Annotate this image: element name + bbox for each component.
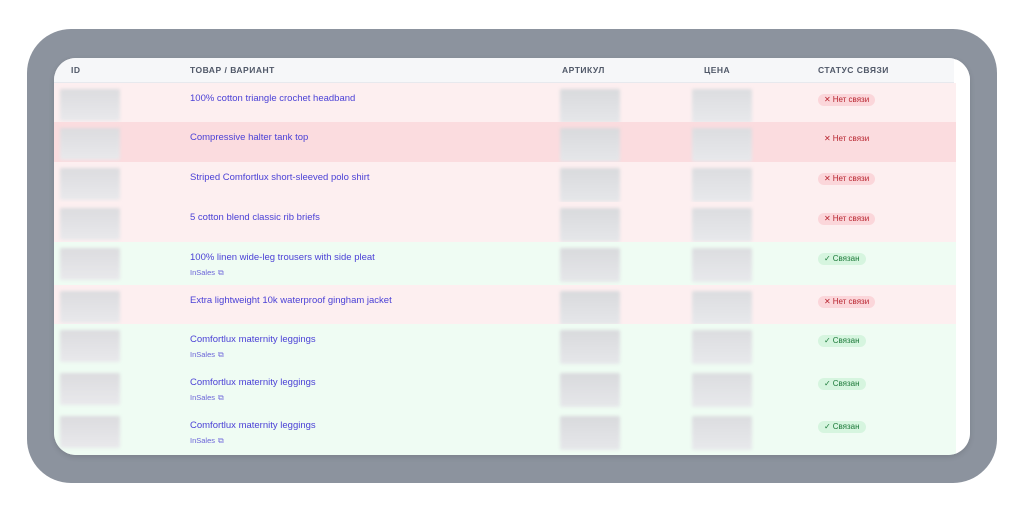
- sku-blurred: [560, 330, 620, 364]
- product-link[interactable]: 5 cotton blend classic rib briefs: [190, 212, 320, 223]
- scrollbar-track[interactable]: [956, 58, 970, 455]
- check-icon: ✓: [824, 336, 831, 345]
- table-row[interactable]: Compressive halter tank top ✕ Нет связи: [54, 122, 956, 163]
- x-icon: ✕: [824, 297, 831, 306]
- status-badge: ✕ Нет связи: [818, 173, 876, 185]
- x-icon: ✕: [824, 95, 831, 104]
- table-row[interactable]: 100% cotton triangle crochet headband ✕ Н…: [54, 83, 956, 123]
- price-blurred: [692, 208, 752, 242]
- table-row[interactable]: Comfortlux maternity leggings InSales ⧉ ✓…: [54, 410, 956, 455]
- product-link[interactable]: Comfortlux maternity leggings: [190, 377, 316, 388]
- price-blurred: [692, 128, 752, 162]
- status-badge: ✕ Нет связи: [824, 134, 870, 143]
- sku-blurred: [560, 248, 620, 282]
- sku-blurred: [560, 168, 620, 202]
- price-blurred: [692, 416, 752, 450]
- product-link[interactable]: Comfortlux maternity leggings: [190, 334, 316, 345]
- source-label[interactable]: InSales ⧉: [190, 350, 224, 360]
- sku-blurred: [560, 89, 620, 123]
- source-label[interactable]: InSales ⧉: [190, 436, 224, 446]
- product-link[interactable]: Compressive halter tank top: [190, 132, 308, 143]
- product-table-card: ID ТОВАР / ВАРИАНТ АРТИКУЛ ЦЕНА СТАТУС С…: [54, 58, 970, 455]
- sku-blurred: [560, 208, 620, 242]
- sku-blurred: [560, 416, 620, 450]
- price-blurred: [692, 168, 752, 202]
- status-badge: ✕ Нет связи: [818, 296, 876, 308]
- col-sku-header: АРТИКУЛ: [562, 65, 605, 75]
- check-icon: ✓: [824, 422, 831, 431]
- copy-icon[interactable]: ⧉: [218, 268, 224, 278]
- price-blurred: [692, 373, 752, 407]
- col-id-header: ID: [71, 65, 81, 75]
- table-row[interactable]: 5 cotton blend classic rib briefs ✕ Нет с…: [54, 202, 956, 243]
- status-badge: ✓ Связан: [818, 378, 866, 390]
- id-blurred: [60, 373, 120, 405]
- product-link[interactable]: 100% linen wide-leg trousers with side p…: [190, 252, 375, 263]
- product-link[interactable]: Extra lightweight 10k waterproof gingham…: [190, 295, 392, 306]
- price-blurred: [692, 248, 752, 282]
- id-blurred: [60, 330, 120, 362]
- status-badge: ✕ Нет связи: [818, 213, 876, 225]
- id-blurred: [60, 168, 120, 200]
- id-blurred: [60, 248, 120, 280]
- table-row[interactable]: Striped Comfortlux short-sleeved polo sh…: [54, 162, 956, 203]
- price-blurred: [692, 330, 752, 364]
- check-icon: ✓: [824, 379, 831, 388]
- table-row[interactable]: Extra lightweight 10k waterproof gingham…: [54, 285, 956, 325]
- copy-icon[interactable]: ⧉: [218, 393, 224, 403]
- status-badge: ✓ Связан: [818, 253, 866, 265]
- id-blurred: [60, 89, 120, 121]
- source-label[interactable]: InSales ⧉: [190, 268, 224, 278]
- table-row[interactable]: Comfortlux maternity leggings InSales ⧉ ✓…: [54, 324, 956, 368]
- x-icon: ✕: [824, 174, 831, 183]
- sku-blurred: [560, 291, 620, 325]
- table-row[interactable]: Comfortlux maternity leggings InSales ⧉ ✓…: [54, 367, 956, 411]
- copy-icon[interactable]: ⧉: [218, 436, 224, 446]
- product-link[interactable]: Striped Comfortlux short-sleeved polo sh…: [190, 172, 370, 183]
- col-status-header: СТАТУС СВЯЗИ: [818, 65, 889, 75]
- table-header: ID ТОВАР / ВАРИАНТ АРТИКУЛ ЦЕНА СТАТУС С…: [54, 58, 954, 83]
- x-icon: ✕: [824, 214, 831, 223]
- copy-icon[interactable]: ⧉: [218, 350, 224, 360]
- table-row[interactable]: 100% linen wide-leg trousers with side p…: [54, 242, 956, 286]
- status-badge: ✓ Связан: [818, 421, 866, 433]
- id-blurred: [60, 291, 120, 323]
- product-link[interactable]: 100% cotton triangle crochet headband: [190, 93, 355, 104]
- col-product-header: ТОВАР / ВАРИАНТ: [190, 65, 275, 75]
- status-badge: ✓ Связан: [818, 335, 866, 347]
- price-blurred: [692, 291, 752, 325]
- x-icon: ✕: [824, 134, 831, 143]
- status-badge: ✕ Нет связи: [818, 94, 876, 106]
- source-label[interactable]: InSales ⧉: [190, 393, 224, 403]
- id-blurred: [60, 208, 120, 240]
- id-blurred: [60, 416, 120, 448]
- sku-blurred: [560, 128, 620, 162]
- check-icon: ✓: [824, 254, 831, 263]
- price-blurred: [692, 89, 752, 123]
- product-link[interactable]: Comfortlux maternity leggings: [190, 420, 316, 431]
- col-price-header: ЦЕНА: [704, 65, 731, 75]
- sku-blurred: [560, 373, 620, 407]
- id-blurred: [60, 128, 120, 160]
